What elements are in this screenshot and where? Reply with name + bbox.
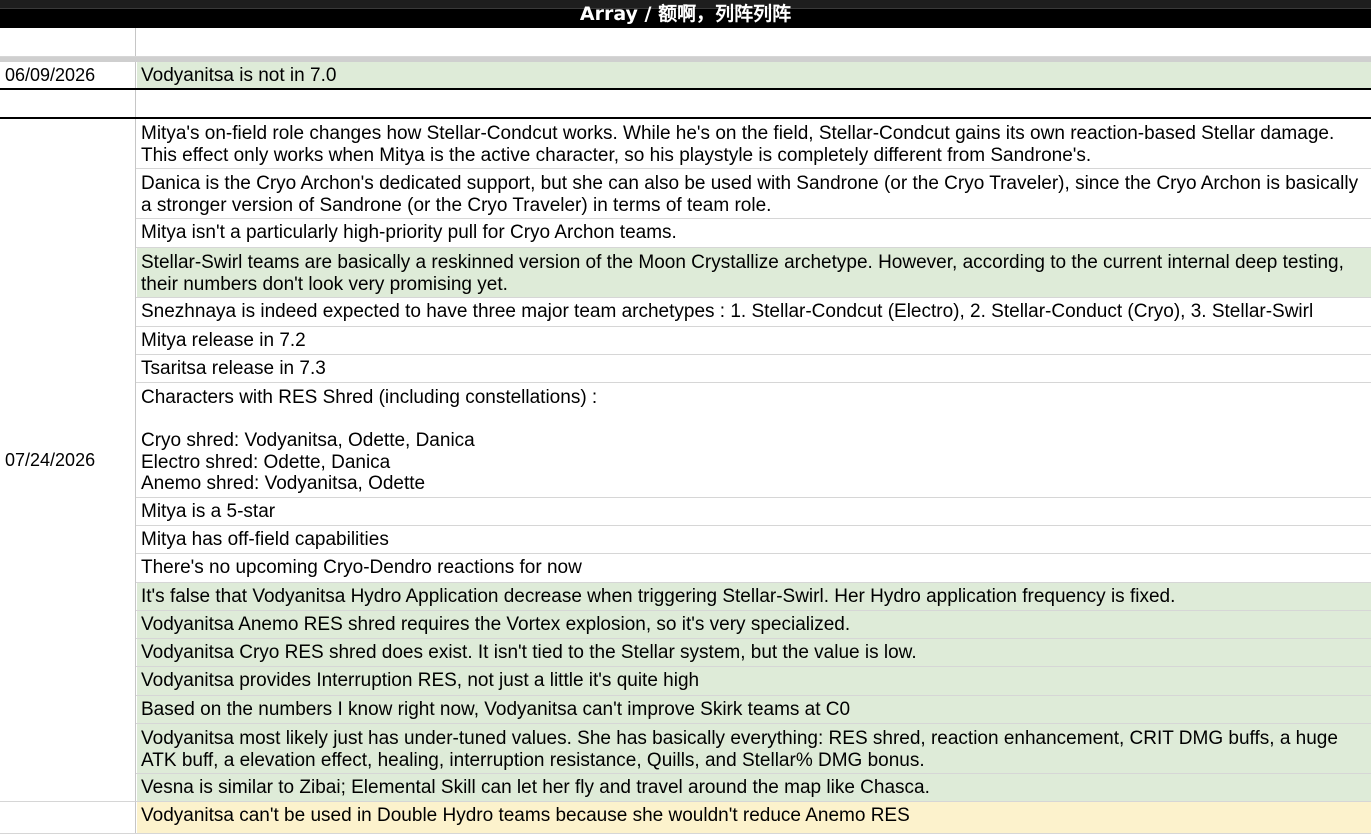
text-cell[interactable]: Mitya is a 5-star xyxy=(137,498,1371,525)
table-row[interactable]: Danica is the Cryo Archon's dedicated su… xyxy=(0,169,1371,219)
text-cell[interactable]: Vodyanitsa Cryo RES shred does exist. It… xyxy=(137,639,1371,666)
sheet-title: Array / 额啊，列阵列阵 xyxy=(579,3,792,25)
empty-row[interactable] xyxy=(0,28,1371,57)
table-row[interactable]: Mitya's on-field role changes how Stella… xyxy=(0,119,1371,169)
sheet-header-bar: Array / 额啊，列阵列阵 xyxy=(0,0,1371,28)
text-cell[interactable]: Mitya isn't a particularly high-priority… xyxy=(137,219,1371,247)
text-cell[interactable]: Vodyanitsa provides Interruption RES, no… xyxy=(137,667,1371,695)
text-cell[interactable]: Vesna is similar to Zibai; Elemental Ski… xyxy=(137,774,1371,801)
table-row[interactable]: There's no upcoming Cryo-Dendro reaction… xyxy=(0,554,1371,583)
table-row[interactable]: Mitya is a 5-star xyxy=(0,498,1371,526)
text-cell[interactable]: Mitya has off-field capabilities xyxy=(137,526,1371,553)
date-cell[interactable] xyxy=(0,90,136,117)
text-cell[interactable]: There's no upcoming Cryo-Dendro reaction… xyxy=(137,554,1371,582)
table-row[interactable]: Mitya has off-field capabilities xyxy=(0,526,1371,554)
text-cell[interactable]: It's false that Vodyanitsa Hydro Applica… xyxy=(137,583,1371,610)
table-row[interactable]: Vodyanitsa can't be used in Double Hydro… xyxy=(0,802,1371,834)
table-row[interactable]: Characters with RES Shred (including con… xyxy=(0,383,1371,498)
text-cell[interactable]: Tsaritsa release in 7.3 xyxy=(137,355,1371,382)
text-cell[interactable]: Based on the numbers I know right now, V… xyxy=(137,696,1371,723)
text-cell[interactable]: Vodyanitsa most likely just has under-tu… xyxy=(137,724,1371,773)
text-cell[interactable]: Mitya's on-field role changes how Stella… xyxy=(137,119,1371,168)
text-cell[interactable] xyxy=(137,90,1371,117)
text-cell[interactable]: Snezhnaya is indeed expected to have thr… xyxy=(137,298,1371,326)
table-row[interactable]: 06/09/2026 Vodyanitsa is not in 7.0 xyxy=(0,62,1371,90)
empty-row[interactable] xyxy=(0,90,1371,119)
table-row[interactable]: Mitya release in 7.2 xyxy=(0,327,1371,355)
table-row[interactable]: Vodyanitsa most likely just has under-tu… xyxy=(0,724,1371,774)
text-cell[interactable]: Vodyanitsa Anemo RES shred requires the … xyxy=(137,611,1371,638)
date-cell[interactable] xyxy=(0,28,136,56)
text-cell[interactable]: Danica is the Cryo Archon's dedicated su… xyxy=(137,169,1371,218)
table-row[interactable]: Vodyanitsa Cryo RES shred does exist. It… xyxy=(0,639,1371,667)
table-row[interactable]: Vodyanitsa provides Interruption RES, no… xyxy=(0,667,1371,696)
date-cell[interactable]: 06/09/2026 xyxy=(0,62,136,88)
table-row[interactable]: Based on the numbers I know right now, V… xyxy=(0,696,1371,724)
text-cell[interactable] xyxy=(137,28,1371,56)
table-row[interactable]: Stellar-Swirl teams are basically a resk… xyxy=(0,248,1371,298)
text-cell[interactable]: Stellar-Swirl teams are basically a resk… xyxy=(137,248,1371,297)
text-cell[interactable]: Characters with RES Shred (including con… xyxy=(137,383,1371,497)
table-row[interactable]: Snezhnaya is indeed expected to have thr… xyxy=(0,298,1371,327)
date-cell[interactable] xyxy=(0,802,136,833)
text-cell[interactable]: Vodyanitsa is not in 7.0 xyxy=(137,62,1371,88)
table-row[interactable]: Mitya isn't a particularly high-priority… xyxy=(0,219,1371,248)
table-row[interactable]: Vesna is similar to Zibai; Elemental Ski… xyxy=(0,774,1371,802)
table-row[interactable]: Vodyanitsa Anemo RES shred requires the … xyxy=(0,611,1371,639)
table-row[interactable]: It's false that Vodyanitsa Hydro Applica… xyxy=(0,583,1371,611)
text-cell[interactable]: Vodyanitsa can't be used in Double Hydro… xyxy=(137,802,1371,833)
date-cell-merged[interactable]: 07/24/2026 xyxy=(0,119,136,802)
text-cell[interactable]: Mitya release in 7.2 xyxy=(137,327,1371,354)
table-row[interactable]: Tsaritsa release in 7.3 xyxy=(0,355,1371,383)
spreadsheet-grid[interactable]: 06/09/2026 Vodyanitsa is not in 7.0 Mity… xyxy=(0,28,1371,835)
